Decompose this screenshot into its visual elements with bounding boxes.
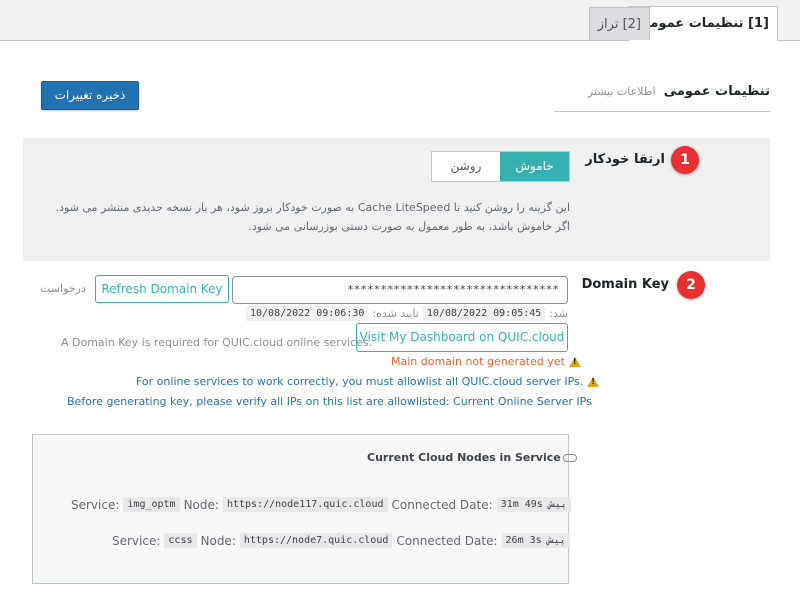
current-server-ips-link[interactable]: Current Online Server IPs <box>453 395 592 408</box>
warning-icon <box>568 356 581 367</box>
more-info-link[interactable]: اطلاعات بیشتر <box>588 85 656 98</box>
before-generating-note: Before generating key, please verify all… <box>67 395 592 408</box>
node-value: https://node117.quic.cloud <box>222 497 388 512</box>
refresh-domain-key-button[interactable]: Refresh Domain Key <box>95 275 229 303</box>
requested-label: شد: <box>549 307 568 320</box>
auto-upgrade-toggle[interactable]: روشن خاموش <box>431 151 570 182</box>
save-changes-button[interactable]: ذخیره تغییرات <box>41 81 139 110</box>
domain-key-label: Domain Key <box>581 277 669 292</box>
service-label: Service: <box>112 533 161 548</box>
tab-level[interactable]: [2] تراز <box>588 7 650 40</box>
service-label: Service: <box>71 497 120 512</box>
node-value: https://node7.quic.cloud <box>239 533 393 548</box>
connected-date-label: Connected Date: <box>391 497 493 512</box>
step-badge-1: 1 <box>671 146 699 174</box>
requested-date: 10/08/2022 09:05:45 <box>422 306 546 321</box>
settings-tabs: [1] تنظیمات عمومی [2] تراز <box>0 0 800 42</box>
section-divider <box>554 111 770 112</box>
auto-upgrade-desc-2: اگر خاموش باشد، به طور معمول به صورت دست… <box>248 220 570 233</box>
cloud-nodes-title: Current Cloud Nodes in Service <box>367 451 577 464</box>
step-badge-2: 2 <box>677 271 705 299</box>
before-generating-text: Before generating key, please verify all… <box>67 395 450 408</box>
auto-upgrade-label: ارتقا خودکار <box>585 152 665 167</box>
toggle-on-option[interactable]: روشن <box>432 152 500 181</box>
service-value: ccss <box>164 533 197 548</box>
visit-dashboard-button[interactable]: Visit My Dashboard on QUIC.cloud <box>356 323 568 352</box>
service-value: img_optm <box>123 497 180 512</box>
service-row: Service: ccss Node: https://node7.quic.c… <box>112 533 570 548</box>
domain-key-input[interactable]: ******************************** <box>232 276 568 304</box>
tab-general-settings[interactable]: [1] تنظیمات عمومی <box>628 6 778 42</box>
domain-key-required-text: A Domain Key is required for QUIC.cloud … <box>61 336 373 349</box>
main-domain-warning: Main domain not generated yet <box>391 355 581 368</box>
node-label: Node: <box>200 533 236 548</box>
allowlist-warning-text: For online services to work correctly, y… <box>136 375 584 388</box>
section-title-text: تنظیمات عمومی <box>663 84 770 99</box>
cloud-nodes-title-text: Current Cloud Nodes in Service <box>367 451 561 464</box>
connected-date-label: Connected Date: <box>396 533 498 548</box>
warning-icon <box>587 376 600 387</box>
link-icon <box>562 453 577 462</box>
connected-date-value: 31m 49s پیش <box>496 497 571 512</box>
approved-label: تایید شده: <box>372 307 419 320</box>
toggle-off-option[interactable]: خاموش <box>500 152 569 181</box>
connected-date-value: 26m 3s پیش <box>501 533 570 548</box>
section-title: تنظیمات عمومی اطلاعات بیشتر <box>588 84 770 99</box>
approved-date: 10/08/2022 09:06:30 <box>245 306 369 321</box>
allowlist-warning: For online services to work correctly, y… <box>136 375 600 388</box>
request-text: درخواست <box>40 282 86 295</box>
key-dates: شد: 10/08/2022 09:05:45 تایید شده: 10/08… <box>245 306 568 321</box>
main-domain-warning-text: Main domain not generated yet <box>391 355 565 368</box>
auto-upgrade-desc-1: این گزینه را روشن کنید تا Cache LiteSpee… <box>55 201 570 214</box>
service-row: Service: img_optm Node: https://node117.… <box>71 497 571 512</box>
node-label: Node: <box>183 497 219 512</box>
